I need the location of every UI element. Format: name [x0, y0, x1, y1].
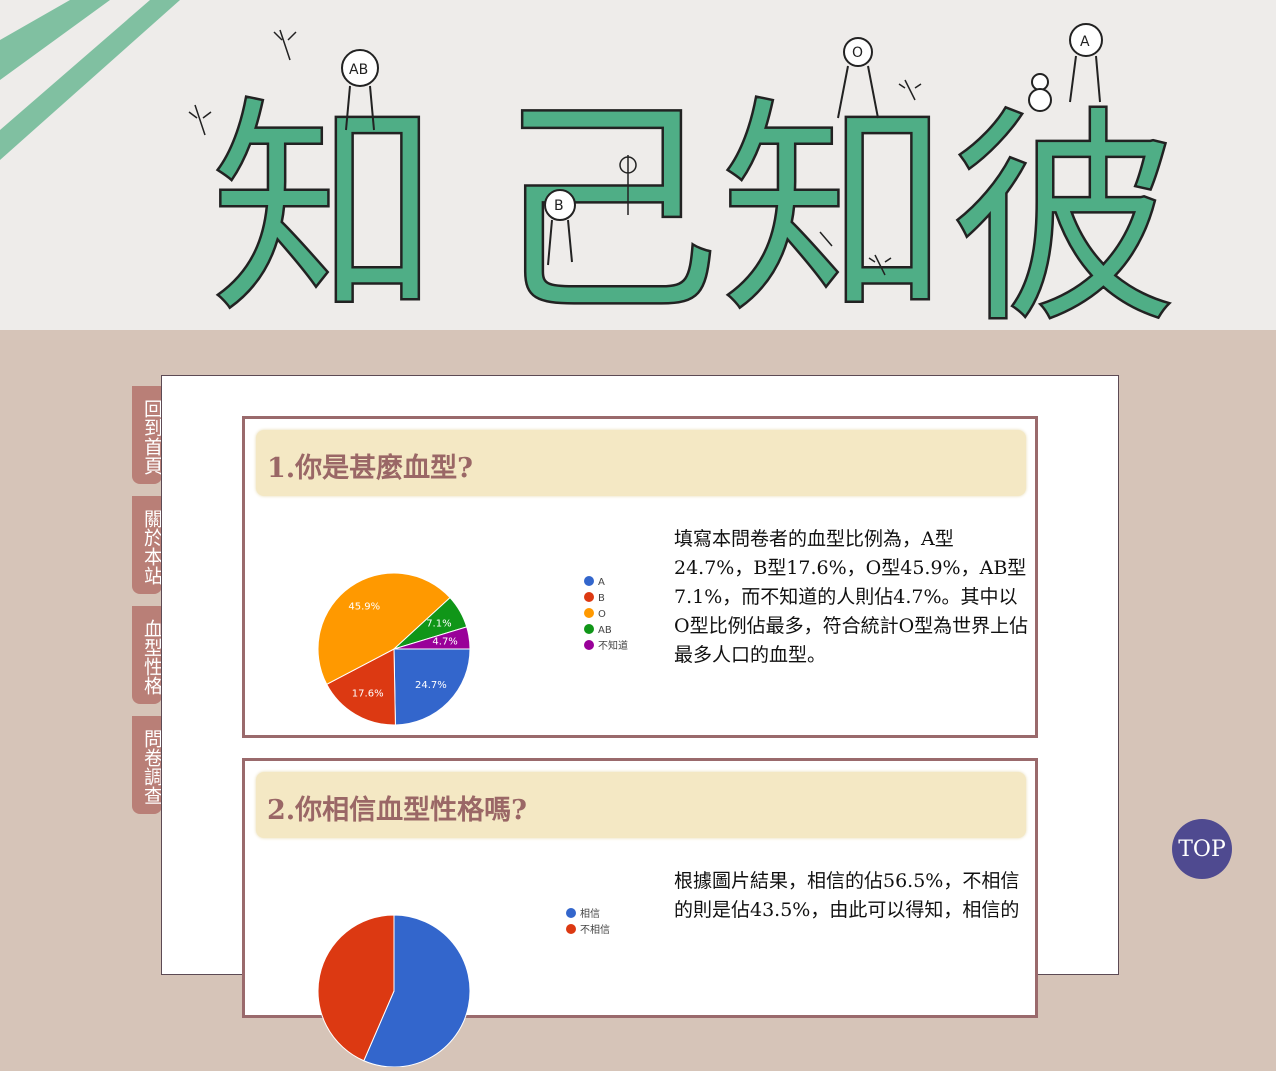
svg-text:AB: AB: [349, 62, 368, 78]
banner-char-2: 己: [490, 78, 720, 330]
banner-char-4: 彼: [950, 88, 1180, 330]
question-description: 根據圖片結果，相信的佔56.5%，不相信的則是佔43.5%，由此可以得知，相信的: [674, 870, 1020, 921]
pie-data-label: 45.9%: [348, 602, 380, 613]
nav-survey[interactable]: 問卷調查: [132, 716, 163, 814]
pie-data-label: 17.6%: [352, 688, 384, 699]
legend-label: A: [598, 577, 605, 588]
pie-chart-2: 相信 不相信: [275, 857, 655, 1068]
header-banner: 知 己 知 彼 AB B O A: [0, 0, 1276, 330]
question-card-1: 1.你是甚麼血型? 24.7% 17.6% 45.9% 7.1% 4.7% A B O AB 不知…: [242, 416, 1038, 738]
side-nav: 回到首頁 關於本站 血型性格 問卷調查: [132, 386, 163, 826]
banner-artwork: 知 己 知 彼 AB B O A: [0, 0, 1181, 330]
main-content: 1.你是甚麼血型? 24.7% 17.6% 45.9% 7.1% 4.7% A B O AB 不知…: [161, 375, 1119, 1068]
nav-blood-personality[interactable]: 血型性格: [132, 606, 163, 704]
legend-swatch: [566, 908, 576, 918]
legend-swatch: [566, 924, 576, 934]
legend-label: O: [598, 609, 606, 620]
pie-chart-1-svg: 24.7%17.6%45.9%7.1%4.7%ABOAB不知道: [317, 572, 628, 726]
legend-label: AB: [598, 625, 612, 636]
back-to-top-button[interactable]: TOP: [1172, 819, 1232, 879]
pie-chart-1: 24.7% 17.6% 45.9% 7.1% 4.7% A B O AB 不知道: [275, 515, 655, 726]
pie-data-label: 4.7%: [432, 636, 457, 647]
legend-swatch: [584, 608, 594, 618]
pie-chart-2-svg: 相信不相信: [317, 907, 610, 1068]
pie-data-label: 24.7%: [415, 680, 447, 691]
svg-text:B: B: [554, 198, 564, 214]
question-description: 填寫本問卷者的血型比例為，A型24.7%，B型17.6%，O型45.9%，AB型…: [674, 528, 1029, 666]
question-header: 2.你相信血型性格嗎?: [256, 772, 1026, 838]
svg-text:O: O: [852, 45, 863, 61]
legend-label: 不相信: [580, 923, 610, 936]
legend-swatch: [584, 576, 594, 586]
svg-text:A: A: [1080, 34, 1090, 50]
banner-char-1: 知: [210, 78, 440, 330]
legend-swatch: [584, 640, 594, 650]
banner-char-3: 知: [720, 78, 950, 330]
legend-swatch: [584, 624, 594, 634]
nav-home[interactable]: 回到首頁: [132, 386, 163, 484]
legend-label: B: [598, 593, 605, 604]
legend-swatch: [584, 592, 594, 602]
pie-data-label: 7.1%: [426, 618, 451, 629]
nav-about[interactable]: 關於本站: [132, 496, 163, 594]
question-header: 1.你是甚麼血型?: [256, 430, 1026, 496]
question-title: 2.你相信血型性格嗎?: [267, 795, 528, 826]
legend-label: 相信: [580, 907, 600, 920]
question-card-2: 2.你相信血型性格嗎? 相信不相信 根據圖片結果，相信的佔56.5%，不相信的則…: [242, 758, 1038, 1068]
legend-label: 不知道: [598, 639, 628, 652]
question-title: 1.你是甚麼血型?: [267, 453, 474, 484]
